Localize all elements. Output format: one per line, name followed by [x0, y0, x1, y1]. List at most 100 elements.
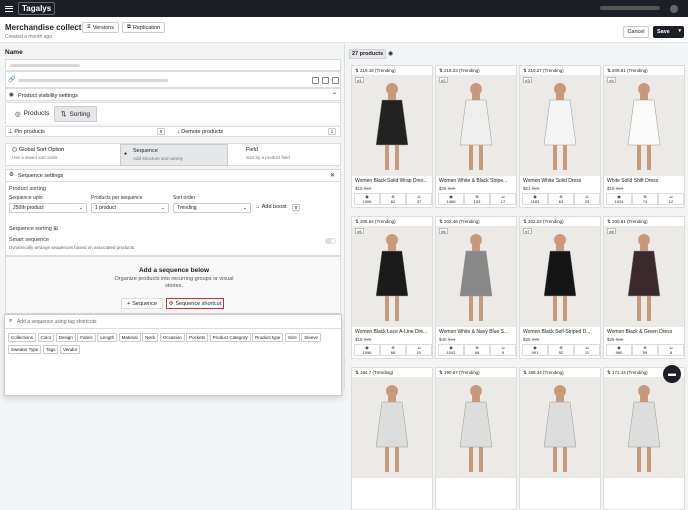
- collapse-icon[interactable]: ✕: [330, 172, 335, 179]
- position-badge[interactable]: #4: [607, 77, 616, 83]
- tag-chip[interactable]: Fabric: [77, 333, 96, 342]
- tag-chip[interactable]: Design: [55, 333, 76, 342]
- smart-seq-toggle[interactable]: [325, 238, 336, 244]
- versions-button[interactable]: ⧖ Versions: [82, 22, 119, 33]
- sort-option-sequence[interactable]: Sequence Add structure and variety ●: [120, 144, 228, 166]
- score-tag: ⇅ 206.64 (Trending): [355, 219, 396, 225]
- position-badge[interactable]: #8: [607, 228, 616, 234]
- tag-shortcut-popup: ⌕ Add a sequence using tag shortcuts Col…: [4, 314, 342, 396]
- position-badge[interactable]: #1: [355, 77, 364, 83]
- cancel-button[interactable]: Cancel: [623, 26, 649, 38]
- tag-chip[interactable]: Product Category: [209, 333, 251, 342]
- brand-logo[interactable]: Tagalys: [18, 2, 56, 15]
- user-name-blurred: [600, 6, 660, 10]
- sequence-settings-header[interactable]: ⚙ Sequence settings ✕: [6, 170, 340, 182]
- price-value: $25: [439, 186, 447, 191]
- tab-products-label: Products: [23, 110, 50, 117]
- tag-chip[interactable]: Tags: [42, 344, 59, 354]
- product-photo: [352, 226, 432, 327]
- product-card[interactable]: ⇅ 189.34 (Trending): [519, 367, 601, 510]
- old-price: $24: [615, 186, 624, 191]
- tag-search-input[interactable]: ⌕ Add a sequence using tag shortcuts: [5, 315, 341, 329]
- menu-icon[interactable]: [5, 5, 13, 12]
- product-name: Women White Solid Dress: [523, 178, 582, 184]
- radio-global[interactable]: [12, 147, 17, 153]
- tab-sorting[interactable]: ⇅ Sorting: [54, 106, 98, 122]
- sort-option-global[interactable]: Global Sort Option Use a saved sort orde…: [8, 144, 116, 166]
- score-value: 219.23 (Trending): [444, 68, 480, 73]
- save-button[interactable]: Save ▾: [653, 26, 684, 38]
- product-photo: [520, 75, 600, 176]
- sort-option-field[interactable]: Field Sort by a product field: [234, 144, 334, 166]
- eye-icon[interactable]: ◉: [388, 50, 393, 57]
- chevron-down-icon[interactable]: ▾: [678, 28, 681, 34]
- tag-chip[interactable]: Product type: [252, 333, 284, 342]
- tag-chip[interactable]: Neck: [142, 333, 159, 342]
- tag-chip[interactable]: Occasion: [159, 333, 185, 342]
- orders-value: 12: [668, 199, 674, 204]
- product-price: $18 $20: [355, 337, 371, 342]
- product-card[interactable]: ⇅ 194.7 (Trending): [351, 367, 433, 510]
- link-icon: 🔗: [8, 77, 16, 83]
- seq-upto-value: 250th product: [13, 205, 44, 211]
- tag-chip[interactable]: Pockets: [186, 333, 209, 342]
- visibility-settings-row[interactable]: ◉ Product visibility settings ⌃: [5, 88, 341, 101]
- clock-icon: ⧖: [87, 24, 91, 30]
- per-seq-select[interactable]: 1 product ⌄: [91, 203, 169, 213]
- chat-button[interactable]: ▬: [663, 365, 681, 383]
- tab-products[interactable]: ◎ Products: [9, 107, 55, 120]
- position-badge[interactable]: #6: [439, 228, 448, 234]
- tag-chip[interactable]: Sweater Type: [8, 344, 42, 354]
- product-card[interactable]: ⇅ 210.27 (Trending) #3 Women White Solid D…: [519, 65, 601, 208]
- position-badge[interactable]: #5: [355, 228, 364, 234]
- tag-chip[interactable]: Length: [97, 333, 118, 342]
- replication-button[interactable]: ⧉ Replication: [122, 22, 166, 33]
- sort-order-select[interactable]: Trending ⌄: [173, 203, 251, 213]
- tag-chip[interactable]: Sleeve: [301, 333, 321, 342]
- avatar[interactable]: [670, 5, 678, 13]
- pin-products-button[interactable]: ⊥ Pin products: [8, 129, 45, 135]
- name-input[interactable]: [5, 59, 341, 71]
- shortcut-icon: ✣: [168, 300, 174, 307]
- price-value: $40: [439, 337, 447, 342]
- add-boost-button[interactable]: → Add boost: [255, 204, 287, 210]
- product-card[interactable]: ⇅ 219.16 (Trending) #1 Women Black Solid W…: [351, 65, 433, 208]
- product-card[interactable]: ⇅ 219.23 (Trending) #2 Women White & Black…: [435, 65, 517, 208]
- cart-stat: ⊕ 68: [380, 344, 406, 356]
- pin-count: 0: [157, 128, 165, 135]
- product-card[interactable]: ⇅ 202.22 (Trending) #7 Women Black Self-St…: [519, 216, 601, 359]
- views-value: 960: [615, 350, 623, 355]
- cart-stat: ⊕ 82: [380, 193, 406, 205]
- preview-icon[interactable]: [322, 77, 329, 84]
- tag-chip[interactable]: Collections: [8, 333, 37, 342]
- seq-upto-select[interactable]: 250th product ⌄: [9, 203, 87, 213]
- tag-chip[interactable]: Material: [118, 333, 141, 342]
- score-value: 171.44 (Trending): [612, 370, 648, 375]
- demote-products-button[interactable]: ↓ Demote products: [177, 129, 223, 135]
- external-link-icon[interactable]: [332, 77, 339, 84]
- position-badge[interactable]: #3: [523, 77, 532, 83]
- tag-chip[interactable]: Size: [284, 333, 300, 342]
- product-card[interactable]: ⇅ 209.81 (Trending) #4 White Solid Shift D…: [603, 65, 685, 208]
- score-tag: ⇅ 202.22 (Trending): [523, 219, 564, 225]
- shortcut-label: Sequence shortcut: [175, 300, 222, 307]
- add-sequence-box: Add a sequence below Organize products i…: [5, 256, 341, 314]
- position-badge[interactable]: #2: [439, 77, 448, 83]
- product-card[interactable]: ⇅ 200.81 (Trending) #8 Women Black & Green…: [603, 216, 685, 359]
- position-badge[interactable]: #7: [523, 228, 532, 234]
- product-card[interactable]: ⇅ 206.64 (Trending) #5 Women Black Lace A-…: [351, 216, 433, 359]
- product-card[interactable]: ⇅ 202.46 (Trending) #6 Women White & Navy …: [435, 216, 517, 359]
- edit-icon[interactable]: [312, 77, 319, 84]
- product-stats: ◉ 1466 ⊕ 133 ⊔ 17: [438, 193, 516, 205]
- sequence-shortcut-button[interactable]: ✣ Sequence shortcut: [166, 298, 224, 309]
- tag-chip[interactable]: Vendor: [59, 344, 81, 354]
- expand-icon[interactable]: ⌃: [332, 92, 337, 99]
- views-value: 1042: [446, 350, 456, 355]
- global-title: Global Sort Option: [19, 147, 65, 153]
- product-photo: [520, 377, 600, 478]
- product-card[interactable]: ⇅ 190.67 (Trending): [435, 367, 517, 510]
- product-card[interactable]: ⇅ 171.44 (Trending): [603, 367, 685, 510]
- add-sequence-button[interactable]: + Sequence: [121, 298, 163, 309]
- tag-chip[interactable]: Color: [37, 333, 55, 342]
- score-tag: ⇅ 171.44 (Trending): [607, 370, 648, 376]
